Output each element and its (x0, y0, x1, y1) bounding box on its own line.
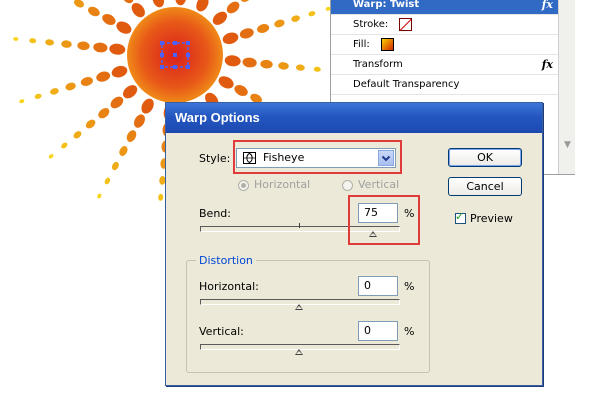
sunburst-dot (234, 85, 248, 96)
sunburst-dot (73, 131, 82, 139)
sunburst-dot (196, 0, 209, 12)
sunburst-dot (240, 0, 252, 2)
dialog-title-bar[interactable]: Warp Options (166, 103, 542, 133)
sunburst-dot (291, 15, 300, 22)
sunburst-dot (308, 11, 316, 17)
sunburst-dot (13, 37, 19, 41)
sunburst-dot (296, 64, 305, 71)
appearance-row-warp[interactable]: Warp: Twist fx (331, 0, 559, 15)
preview-checkbox[interactable]: ✓ (455, 210, 466, 224)
sunburst-dot (222, 32, 239, 45)
bend-slider-center-tick (299, 223, 300, 228)
checkmark-icon: ✓ (455, 210, 465, 223)
bend-label: Bend: (199, 207, 231, 220)
horizontal-radio-label: Horizontal (254, 178, 311, 191)
sunburst-dot (93, 42, 108, 53)
warp-options-dialog: Warp Options Style: Fisheye Horizontal V… (165, 102, 543, 386)
appearance-row-transparency[interactable]: Default Transparency (331, 75, 559, 95)
preview-label: Preview (470, 212, 513, 225)
horizontal-radio-dot (241, 183, 246, 188)
sunburst-dot (274, 19, 285, 28)
sunburst-dot (260, 59, 273, 69)
ok-button[interactable]: OK (448, 148, 522, 167)
appearance-row-stroke-label: Stroke: (353, 19, 389, 30)
appearance-row-fill[interactable]: Fill: (331, 35, 559, 55)
distortion-label: Distortion (196, 254, 256, 267)
sunburst-dot (141, 98, 154, 114)
cancel-button[interactable]: Cancel (448, 177, 522, 196)
distortion-horizontal-input[interactable]: 0 (358, 276, 398, 296)
sunburst-dot (19, 99, 25, 104)
vertical-radio[interactable] (342, 180, 353, 191)
sunburst-dot (119, 146, 128, 156)
fill-swatch[interactable] (380, 37, 394, 51)
bend-callout-box (348, 195, 420, 245)
sunburst-dot (45, 39, 54, 46)
distortion-vertical-slider-thumb[interactable] (295, 349, 303, 355)
appearance-row-transform-label: Transform (353, 59, 403, 70)
sunburst-dot (48, 154, 54, 159)
sunburst-dot (74, 0, 84, 8)
sunburst-dot (34, 93, 42, 99)
scroll-down-arrow-icon[interactable]: ▼ (561, 138, 574, 152)
sunburst-dot (80, 77, 93, 86)
sunburst-dot (29, 38, 37, 44)
sunburst-dot (212, 11, 228, 25)
sunburst-dot (152, 0, 165, 8)
sunburst-dot (61, 142, 68, 149)
style-callout-box (233, 140, 402, 174)
sunburst-dot (131, 2, 145, 18)
sunburst-dot (122, 85, 138, 99)
sunburst-dot (158, 193, 164, 201)
sunburst-dot (226, 1, 240, 14)
sunburst-dot (85, 119, 96, 129)
distortion-vertical-unit: % (404, 325, 415, 338)
fx-icon[interactable]: fx (542, 55, 553, 75)
sunburst-dot (278, 62, 289, 70)
sunburst-dot (96, 71, 111, 82)
distortion-horizontal-label: Horizontal: (199, 280, 259, 293)
sunburst-dot (102, 14, 116, 25)
stroke-swatch[interactable] (399, 17, 413, 31)
distortion-horizontal-unit: % (404, 280, 415, 293)
sunburst-dot (257, 24, 270, 33)
style-label: Style: (199, 152, 231, 165)
appearance-row-transparency-label: Default Transparency (353, 79, 460, 90)
sunburst-dot (116, 21, 132, 34)
fx-icon[interactable]: fx (542, 0, 553, 15)
sunburst-dot (104, 177, 111, 185)
sunburst-dot (242, 57, 257, 68)
distortion-vertical-label: Vertical: (199, 325, 244, 338)
distortion-vertical-input[interactable]: 0 (358, 321, 398, 341)
appearance-scrollbar[interactable]: ▼ (558, 0, 575, 174)
appearance-row-fill-label: Fill: (353, 39, 370, 50)
sunburst-dot (126, 130, 137, 142)
sunburst-dot (109, 43, 126, 55)
sunburst-dot (111, 65, 128, 78)
sunburst-dot (239, 28, 254, 39)
sunburst-dot (98, 108, 110, 119)
sunburst-dot (218, 76, 234, 89)
vertical-radio-label: Vertical (358, 178, 400, 191)
sunburst-dot (61, 40, 72, 48)
sunburst-dot (224, 55, 241, 67)
sunburst-dot (97, 193, 102, 199)
sunburst-dot (175, 0, 187, 6)
sunburst-dot (65, 82, 76, 91)
sunburst-dot (88, 6, 100, 17)
appearance-row-transform[interactable]: Transform fx (331, 55, 559, 75)
horizontal-radio[interactable] (238, 180, 249, 191)
appearance-row-warp-label: Warp: Twist (353, 0, 420, 10)
sunburst-dot (77, 41, 90, 51)
distortion-horizontal-slider-thumb[interactable] (295, 304, 303, 310)
sunburst-dot (50, 88, 59, 95)
sunburst-dot (313, 66, 321, 72)
sunburst-dot (134, 114, 145, 128)
dialog-title: Warp Options (175, 110, 260, 125)
sunburst-dot (111, 161, 119, 171)
appearance-row-stroke[interactable]: Stroke: (331, 15, 559, 35)
sunburst-dot (110, 96, 124, 109)
